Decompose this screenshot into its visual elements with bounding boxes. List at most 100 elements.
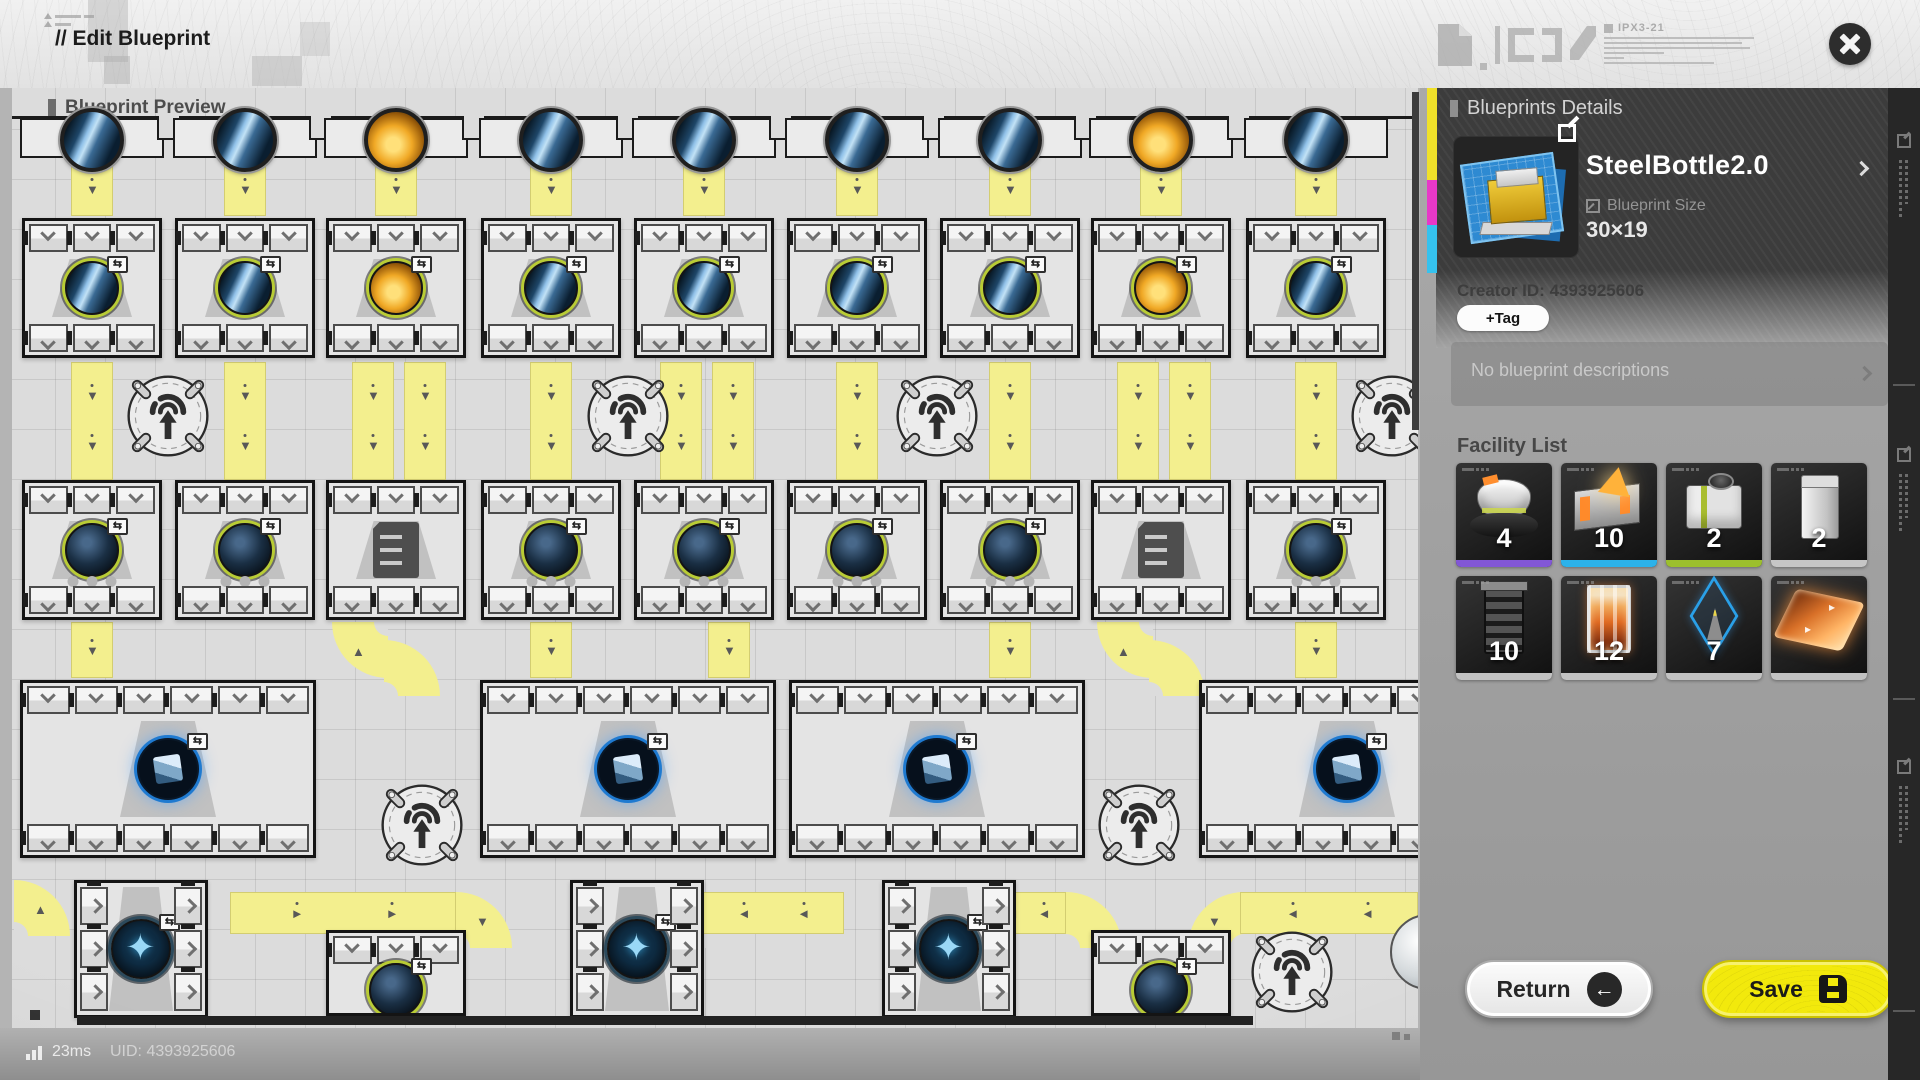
machine-block[interactable]: ⇆ (1246, 480, 1386, 620)
machine-block[interactable]: ⇆ (1246, 218, 1386, 358)
machine-block[interactable]: ✦ ⇆ (882, 880, 1016, 1018)
blueprint-thumbnail[interactable] (1453, 136, 1579, 258)
chevron-right-icon (1856, 365, 1873, 382)
miner-node[interactable] (213, 108, 277, 172)
close-button[interactable] (1829, 23, 1871, 65)
machine-block[interactable]: ⇆ (480, 680, 776, 858)
conveyor-belt[interactable]: ▼ ▼ (989, 362, 1031, 480)
machine-block[interactable]: ⇆ (326, 930, 466, 1016)
signal-tower[interactable] (1091, 777, 1187, 878)
conveyor-belt[interactable]: ▼ ▼ (71, 362, 113, 480)
machine-block[interactable]: ⇆ (940, 480, 1080, 620)
conveyor-belt[interactable]: ▼ ▼ (404, 362, 446, 480)
signal-bars-icon (26, 1046, 42, 1060)
miner-node[interactable] (825, 108, 889, 172)
facility-item-conveyor-ramp[interactable] (1771, 576, 1867, 680)
signal-tower[interactable] (120, 368, 216, 469)
machine-block[interactable]: ✦ ⇆ (74, 880, 208, 1018)
machine-block[interactable]: ⇆ (22, 218, 162, 358)
conveyor-belt[interactable]: ▼ ▼ (1117, 362, 1159, 480)
conveyor-curve[interactable] (384, 640, 440, 696)
machine-block[interactable] (326, 480, 466, 620)
conveyor-belt[interactable]: ◄◄ (702, 892, 844, 934)
facility-item-heating-tower[interactable]: 12 (1561, 576, 1657, 680)
port-row (329, 321, 463, 355)
facility-item-refining-furnace[interactable]: 4 (1456, 463, 1552, 567)
machine-block[interactable]: ⇆ (787, 480, 927, 620)
machine-block[interactable]: ⇆ (634, 218, 774, 358)
machine-block[interactable]: ⇆ (940, 218, 1080, 358)
label-bar-icon (48, 99, 56, 117)
item-icon-blue: ⇆ (830, 256, 893, 315)
signal-tower[interactable] (889, 368, 985, 469)
machine-block[interactable]: ⇆ (1091, 218, 1231, 358)
port-row (1094, 221, 1228, 255)
canvas-scrollbar[interactable] (1412, 92, 1419, 430)
item-icon-dark: ⇆ (218, 518, 281, 577)
conveyor-belt[interactable]: ▼ (989, 622, 1031, 678)
facility-item-sorter-frame[interactable]: 7 (1666, 576, 1762, 680)
add-tag-button[interactable]: +Tag (1457, 305, 1549, 331)
machine-block[interactable]: ⇆ (1199, 680, 1418, 858)
conveyor-belt[interactable]: ▼ ▼ (712, 362, 754, 480)
io-port (269, 324, 309, 352)
machine-center: ⇆ (178, 255, 312, 321)
machine-block[interactable] (1091, 480, 1231, 620)
blueprint-canvas[interactable]: Blueprint Preview ▼ ▼ ▼ ▼ ▼ ▼ ▼ ▼ ▼ ▼ ▼ ▼ ▼ ▼ ▼ ▼ ▼ ▼ ▼ ▼ ▼ ▼… (12, 88, 1418, 1028)
machine-block[interactable]: ⇆ (175, 480, 315, 620)
miner-node[interactable] (364, 108, 428, 172)
conveyor-curve[interactable]: ▲ (332, 622, 388, 678)
conveyor-belt[interactable]: ▼ ▼ (530, 362, 572, 480)
conveyor-belt[interactable]: ▼ ▼ (1295, 362, 1337, 480)
machine-block[interactable]: ⇆ (481, 218, 621, 358)
machine-block[interactable]: ⇆ (175, 218, 315, 358)
machine-block[interactable]: ⇆ (326, 218, 466, 358)
blueprint-name[interactable]: SteelBottle2.0 (1586, 150, 1769, 181)
conveyor-belt[interactable]: ► ► (230, 892, 456, 934)
conveyor-curve[interactable]: ▲ (14, 880, 70, 936)
conveyor-belt[interactable]: ▼ ▼ (224, 362, 266, 480)
machine-block[interactable]: ⇆ (481, 480, 621, 620)
facility-item-storage-cabinet[interactable]: 2 (1771, 463, 1867, 567)
machine-block[interactable]: ⇆ (22, 480, 162, 620)
conveyor-belt[interactable]: ▼ ▼ (1169, 362, 1211, 480)
edit-thumbnail-icon[interactable] (1558, 124, 1576, 142)
signal-tower[interactable] (580, 368, 676, 469)
miner-node[interactable] (1129, 108, 1193, 172)
save-button[interactable]: Save (1702, 960, 1894, 1018)
facility-item-stack-silo[interactable]: 10 (1456, 576, 1552, 680)
miner-node[interactable] (519, 108, 583, 172)
machine-block[interactable]: ⇆ (789, 680, 1085, 858)
conveyor-belt[interactable]: ▼ (71, 622, 113, 678)
description-box[interactable]: No blueprint descriptions (1451, 342, 1888, 406)
facility-item-smelting-unit[interactable]: 10 (1561, 463, 1657, 567)
machine-block[interactable]: ⇆ (1091, 930, 1231, 1016)
miner-node[interactable] (672, 108, 736, 172)
machine-block[interactable]: ⇆ (634, 480, 774, 620)
io-port (170, 824, 214, 852)
conveyor-curve[interactable] (1149, 640, 1205, 696)
conveyor-belt[interactable]: ▼ (1295, 622, 1337, 678)
miner-node[interactable] (60, 108, 124, 172)
machine-block[interactable]: ⇆ (20, 680, 316, 858)
miner-node[interactable] (978, 108, 1042, 172)
signal-tower[interactable] (374, 777, 470, 878)
io-port (1034, 224, 1074, 252)
signal-tower[interactable] (1344, 368, 1418, 469)
facility-tiny-label (1777, 468, 1804, 471)
conveyor-belt[interactable]: ▼ (530, 622, 572, 678)
facility-tiny-label (1567, 581, 1594, 584)
io-port (843, 824, 887, 852)
conveyor-belt[interactable]: ▼ ▼ (836, 362, 878, 480)
machine-block[interactable]: ✦ ⇆ (570, 880, 704, 1018)
machine-block[interactable]: ⇆ (787, 218, 927, 358)
conveyor-belt[interactable]: ▼ (708, 622, 750, 678)
miner-node[interactable] (1284, 108, 1348, 172)
return-button[interactable]: Return ← (1465, 960, 1653, 1018)
machine-center: ⇆ (943, 517, 1077, 587)
conveyor-curve[interactable]: ▲ (1097, 622, 1153, 678)
facility-item-processing-unit[interactable]: 2 (1666, 463, 1762, 567)
edit-pencil-icon (1570, 26, 1596, 60)
conveyor-belt[interactable]: ▼ ▼ (352, 362, 394, 480)
signal-tower[interactable] (1244, 924, 1340, 1025)
